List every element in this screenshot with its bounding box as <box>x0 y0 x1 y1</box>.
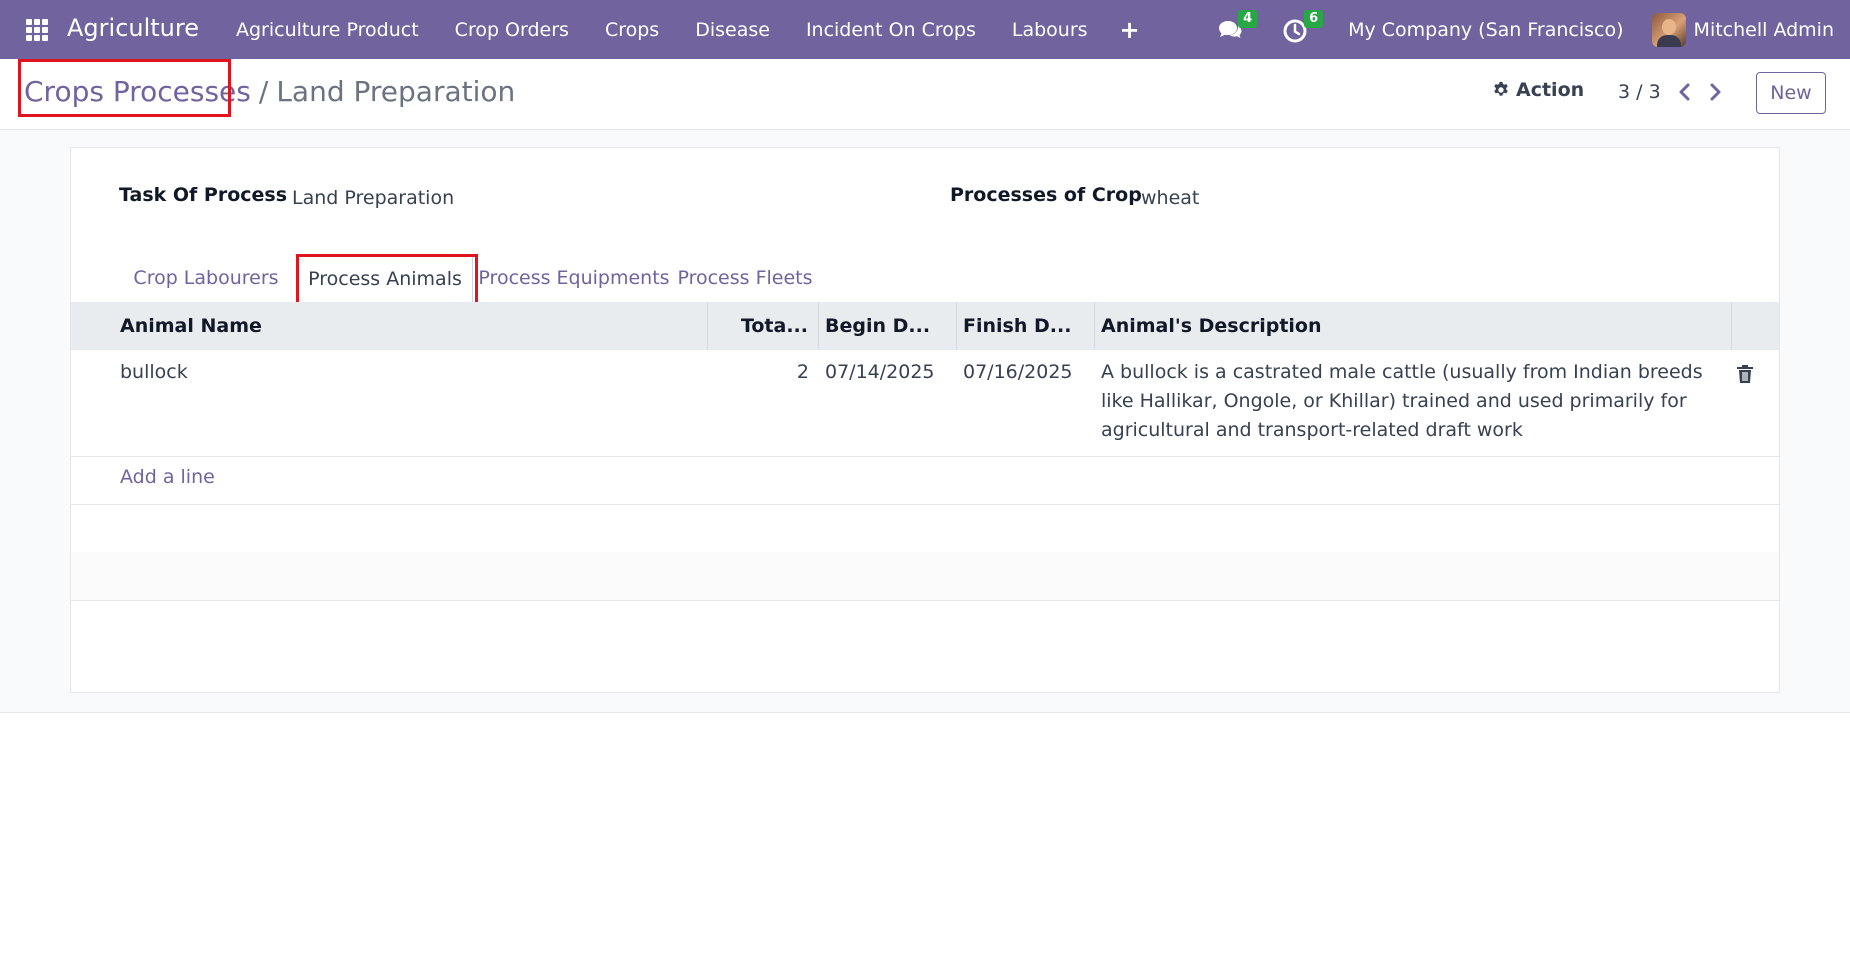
breadcrumb-crops-processes[interactable]: Crops Processes <box>24 75 251 108</box>
company-switcher[interactable]: My Company (San Francisco) <box>1348 19 1623 41</box>
task-of-process-value[interactable]: Land Preparation <box>292 187 454 209</box>
table-header: Animal Name Tota... Begin D... Finish D.… <box>71 302 1779 350</box>
task-of-process-label: Task Of Process <box>119 184 288 206</box>
empty-row <box>71 504 1779 553</box>
action-button[interactable]: Action <box>1492 79 1584 101</box>
main-menu: Agriculture Product Crop Orders Crops Di… <box>218 0 1154 59</box>
tab-crop-labourers[interactable]: Crop Labourers <box>127 254 285 302</box>
column-animal-description[interactable]: Animal's Description <box>1095 302 1732 350</box>
add-line-row: Add a line <box>71 456 1779 505</box>
tab-process-equipments[interactable]: Process Equipments <box>478 254 669 302</box>
column-animal-name[interactable]: Animal Name <box>71 302 708 350</box>
gear-icon <box>1494 81 1508 96</box>
control-panel: Crops Processes / Land Preparation Actio… <box>0 59 1850 130</box>
form-content-area: Task Of Process Land Preparation Process… <box>0 130 1850 713</box>
column-total[interactable]: Tota... <box>708 302 819 350</box>
breadcrumb: Crops Processes / Land Preparation <box>24 75 515 108</box>
menu-crops[interactable]: Crops <box>587 0 677 59</box>
pager-value[interactable]: 3 / 3 <box>1618 81 1661 103</box>
cell-begin-date[interactable]: 07/14/2025 <box>825 358 935 387</box>
breadcrumb-current: Land Preparation <box>276 75 516 108</box>
user-menu[interactable]: Mitchell Admin <box>1694 19 1834 41</box>
delete-row-trash-icon[interactable] <box>1736 364 1754 388</box>
column-finish-date[interactable]: Finish D... <box>957 302 1095 350</box>
messages-icon[interactable]: 4 <box>1216 9 1258 44</box>
user-avatar[interactable] <box>1651 12 1686 47</box>
menu-disease[interactable]: Disease <box>677 0 788 59</box>
processes-of-crop-label: Processes of Crop <box>950 184 1142 206</box>
more-menu-plus-icon[interactable]: + <box>1106 0 1154 59</box>
column-begin-date[interactable]: Begin D... <box>819 302 957 350</box>
add-a-line-link[interactable]: Add a line <box>120 466 215 488</box>
menu-incident-on-crops[interactable]: Incident On Crops <box>788 0 994 59</box>
action-label: Action <box>1516 79 1585 101</box>
app-brand[interactable]: Agriculture <box>67 14 199 42</box>
cell-animal-description[interactable]: A bullock is a castrated male cattle (us… <box>1101 358 1726 445</box>
table-row[interactable]: bullock 2 07/14/2025 07/16/2025 A bulloc… <box>71 350 1779 457</box>
empty-row <box>71 552 1779 601</box>
tab-process-fleets[interactable]: Process Fleets <box>675 254 815 302</box>
menu-agriculture-product[interactable]: Agriculture Product <box>218 0 437 59</box>
top-navbar: Agriculture Agriculture Product Crop Ord… <box>0 0 1850 59</box>
cell-finish-date[interactable]: 07/16/2025 <box>963 358 1073 387</box>
menu-crop-orders[interactable]: Crop Orders <box>437 0 587 59</box>
pager-next-icon[interactable] <box>1704 81 1726 103</box>
navbar-systray: 4 6 My Company (San Francisco) Mitchell … <box>1216 0 1850 59</box>
pager-previous-icon[interactable] <box>1674 81 1696 103</box>
apps-grid-icon[interactable] <box>26 19 48 41</box>
tab-process-animals[interactable]: Process Animals <box>297 254 473 302</box>
notebook-tabs: Crop Labourers Process Animals Process E… <box>71 254 1779 312</box>
breadcrumb-separator: / <box>258 75 269 108</box>
processes-of-crop-value[interactable]: wheat <box>1141 187 1199 209</box>
activities-clock-icon[interactable]: 6 <box>1282 9 1324 44</box>
menu-labours[interactable]: Labours <box>994 0 1106 59</box>
form-sheet: Task Of Process Land Preparation Process… <box>70 147 1780 693</box>
activities-badge: 6 <box>1304 9 1324 28</box>
messages-badge: 4 <box>1238 9 1258 28</box>
cell-animal-name[interactable]: bullock <box>120 358 188 387</box>
cell-total[interactable]: 2 <box>708 358 809 387</box>
new-button[interactable]: New <box>1756 72 1826 114</box>
